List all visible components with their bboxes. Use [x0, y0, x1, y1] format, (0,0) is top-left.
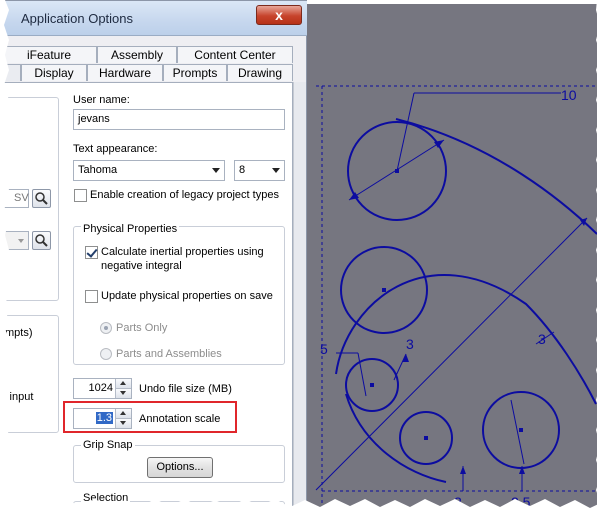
torn-edge-decoration — [0, 0, 607, 521]
